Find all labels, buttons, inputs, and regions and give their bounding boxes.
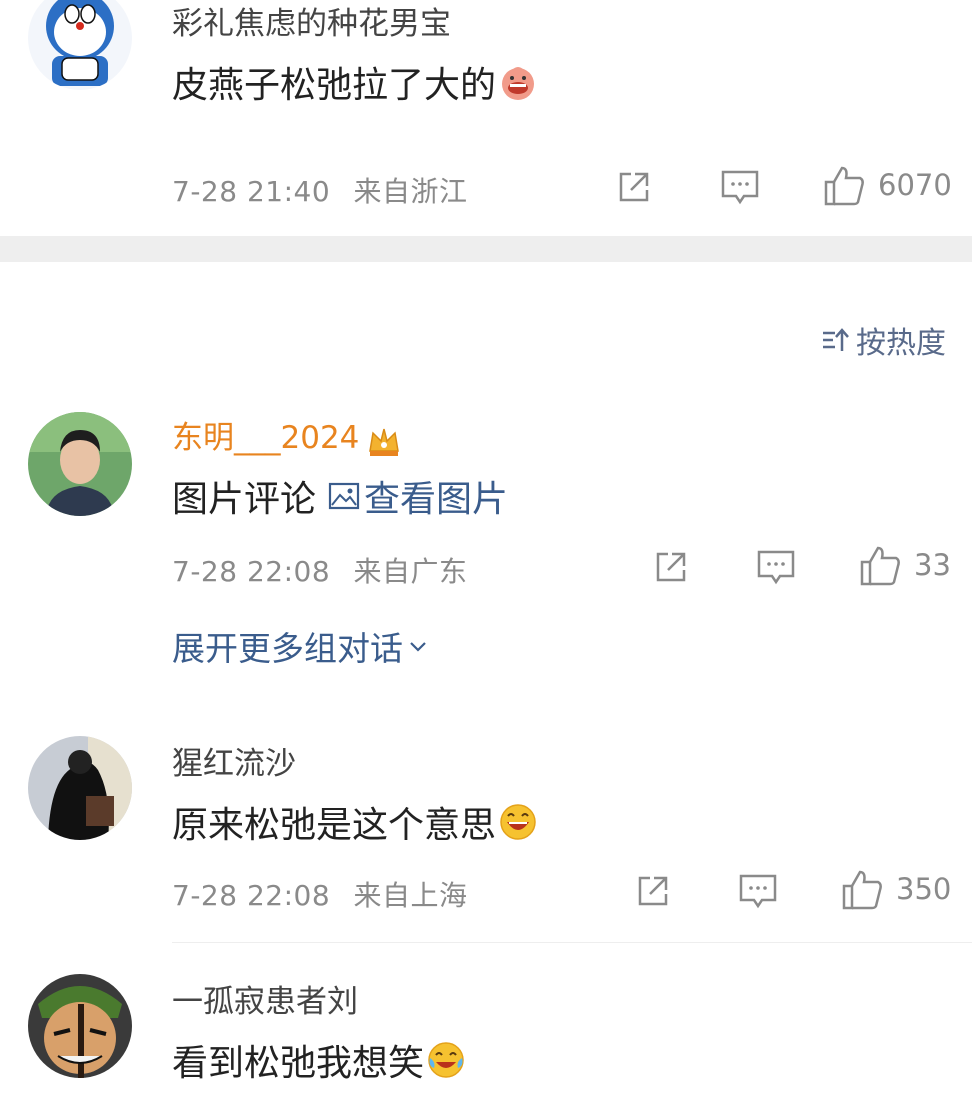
username[interactable]: 猩红流沙 — [172, 738, 296, 783]
username[interactable]: 一孤寂患者刘 — [172, 976, 358, 1021]
avatar-user-2[interactable] — [28, 412, 132, 516]
expand-label: 展开更多组对话 — [172, 629, 403, 668]
avatar-user-3[interactable] — [28, 736, 132, 840]
vip-crown-icon — [365, 421, 403, 459]
comment-meta: 7-28 21:40 来自浙江 — [172, 170, 468, 210]
reply-button[interactable] — [738, 872, 778, 910]
like-button[interactable]: 33 — [858, 544, 951, 586]
share-button[interactable] — [634, 872, 672, 910]
username[interactable]: 东明___2024 — [172, 412, 403, 459]
chevron-down-icon — [410, 642, 426, 652]
like-count: 6070 — [878, 168, 952, 202]
divider — [172, 942, 972, 943]
comment-text: 看到松弛我想笑 — [172, 1034, 466, 1086]
comment-location: 来自广东 — [353, 555, 468, 588]
comment-icon — [721, 170, 759, 205]
section-separator — [0, 236, 972, 262]
comment-text-body: 图片评论 — [172, 479, 317, 520]
comment-icon — [739, 874, 777, 909]
sort-label: 按热度 — [856, 326, 946, 361]
comment-meta: 7-28 22:08 来自广东 — [172, 550, 468, 590]
comment-text: 皮燕子松弛拉了大的 — [172, 56, 538, 108]
share-button[interactable] — [652, 548, 690, 586]
comment-date: 7-28 21:40 — [172, 175, 331, 208]
comment-text-body: 看到松弛我想笑 — [172, 1043, 425, 1084]
share-icon — [619, 172, 649, 202]
like-count: 33 — [914, 548, 951, 582]
sort-by-heat-button[interactable]: 按热度 — [820, 318, 946, 362]
comment-location: 来自浙江 — [353, 175, 468, 208]
avatar-user-4[interactable] — [28, 974, 132, 1078]
comment-date: 7-28 22:08 — [172, 555, 331, 588]
like-count: 350 — [896, 872, 952, 906]
username[interactable]: 彩礼焦虑的种花男宝 — [172, 0, 451, 43]
reply-button[interactable] — [756, 548, 796, 586]
comment-meta: 7-28 22:08 来自上海 — [172, 874, 468, 914]
avatar-doraemon[interactable] — [28, 0, 132, 90]
image-icon — [328, 482, 360, 510]
username-text: 东明___2024 — [172, 420, 360, 456]
share-button[interactable] — [615, 168, 653, 206]
comment-card-1: 彩礼焦虑的种花男宝 皮燕子松弛拉了大的 7-28 21:40 来自浙江 6070 — [0, 0, 972, 236]
comment-location: 来自上海 — [353, 879, 468, 912]
reply-button[interactable] — [720, 168, 760, 206]
sort-icon — [823, 328, 849, 351]
view-image-label: 查看图片 — [364, 479, 509, 520]
like-button[interactable]: 350 — [840, 868, 951, 910]
share-icon — [638, 876, 668, 906]
thumbs-up-icon — [824, 166, 864, 206]
view-image-link[interactable]: 查看图片 — [328, 470, 508, 522]
comment-text-body: 原来松弛是这个意思 — [172, 805, 497, 846]
laughing-emoji — [498, 802, 538, 842]
comment-text-body: 皮燕子松弛拉了大的 — [172, 65, 497, 106]
comment-icon — [757, 550, 795, 585]
grinning-pink-emoji — [498, 62, 538, 102]
comment-text: 图片评论 查看图片 — [172, 470, 508, 522]
tears-of-joy-emoji — [426, 1040, 466, 1080]
thumbs-up-icon — [860, 546, 900, 586]
like-button[interactable]: 6070 — [822, 164, 952, 206]
share-icon — [656, 552, 686, 582]
thumbs-up-icon — [842, 870, 882, 910]
expand-more-replies-button[interactable]: 展开更多组对话 — [172, 622, 429, 670]
comment-text: 原来松弛是这个意思 — [172, 796, 538, 848]
comment-date: 7-28 22:08 — [172, 879, 331, 912]
